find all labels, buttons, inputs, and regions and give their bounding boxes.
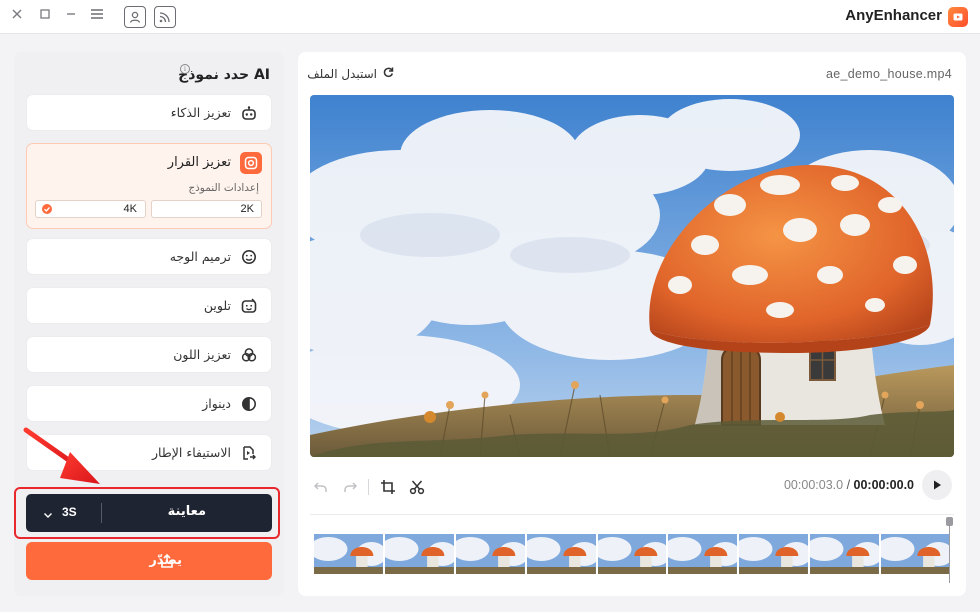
play-button[interactable]	[922, 470, 952, 500]
replace-file-label: استبدل الملف	[307, 66, 377, 81]
divider	[101, 503, 102, 523]
model-resolution-enhance[interactable]: تعزيز القرار إعدادات النموذج 2K 4K	[26, 143, 272, 229]
app-logo-icon	[948, 7, 968, 27]
time-current: 00:00:03.0	[783, 478, 844, 492]
model-colorize[interactable]: تلوين	[26, 287, 272, 324]
crop-icon[interactable]	[379, 478, 397, 496]
robot-icon	[241, 105, 257, 121]
film-frame	[810, 534, 880, 574]
timeline-filmstrip[interactable]	[314, 534, 950, 574]
preview-label: معاينة	[167, 504, 206, 519]
sidebar-title: حدد نموذج AI	[178, 67, 270, 83]
resolution-value: 4K	[123, 203, 137, 215]
model-label: دينواز	[202, 396, 231, 411]
account-icon[interactable]	[124, 6, 146, 28]
time-separator: /	[846, 478, 851, 492]
feedback-icon[interactable]	[154, 6, 176, 28]
film-frame	[314, 534, 383, 574]
model-sidebar: حدد نموذج AI i تعزيز الذكاء تعزيز القرار…	[14, 52, 284, 596]
frame-interpolation-icon	[241, 445, 257, 461]
film-frame	[668, 534, 738, 574]
app-title: AnyEnhancer	[845, 7, 942, 24]
film-frame	[597, 534, 667, 574]
close-icon[interactable]	[8, 8, 26, 26]
face-icon	[241, 249, 257, 265]
title-bar: AnyEnhancer	[0, 0, 980, 34]
menu-icon[interactable]	[88, 8, 106, 26]
maximize-icon[interactable]	[36, 8, 54, 26]
info-icon[interactable]: i	[180, 64, 190, 74]
film-frame	[384, 534, 454, 574]
model-label: الاستيفاء الإطار	[152, 445, 231, 460]
scissors-icon[interactable]	[408, 478, 426, 496]
export-label: يصدّر	[149, 553, 182, 568]
replace-file-button[interactable]: استبدل الملف	[307, 66, 394, 81]
model-color-enhance[interactable]: تعزيز اللون	[26, 336, 272, 373]
video-preview[interactable]	[310, 95, 954, 457]
undo-icon[interactable]	[312, 478, 330, 496]
refresh-icon	[382, 66, 394, 81]
preview-button[interactable]: 3S معاينة	[26, 494, 272, 532]
check-icon	[42, 204, 52, 214]
divider	[368, 479, 369, 495]
model-label: ترميم الوجه	[169, 249, 231, 264]
resolution-option-4k[interactable]: 4K	[35, 200, 146, 218]
resolution-option-2k[interactable]: 2K	[151, 200, 262, 218]
film-frame	[739, 534, 809, 574]
player-controls: 00:00:03.0 / 00:00:00.0	[298, 466, 966, 506]
time-total: 00:00:00.0	[853, 478, 914, 492]
model-label: تعزيز الذكاء	[170, 105, 231, 120]
model-denoise[interactable]: دينواز	[26, 385, 272, 422]
timeline-playhead[interactable]	[946, 517, 953, 583]
play-icon	[934, 480, 941, 490]
playhead-line	[949, 523, 950, 583]
colorize-icon	[241, 298, 257, 314]
model-label: تعزيز اللون	[173, 347, 231, 362]
redo-icon[interactable]	[341, 478, 359, 496]
timeline-divider	[310, 514, 954, 515]
timecode: 00:00:03.0 / 00:00:00.0	[784, 478, 914, 492]
annotation-arrow-icon	[23, 427, 100, 484]
main-panel: استبدل الملف ae_demo_house.mp4 00:00:03.…	[298, 52, 966, 596]
export-button[interactable]: يصدّر	[26, 542, 272, 580]
preview-duration[interactable]: 3S	[62, 505, 77, 519]
film-frame	[881, 534, 950, 574]
model-label: تعزيز القرار	[167, 155, 231, 170]
resolution-icon	[240, 152, 262, 174]
film-frame	[526, 534, 596, 574]
minimize-icon[interactable]	[62, 8, 80, 26]
model-label: تلوين	[203, 298, 231, 313]
preview-image	[310, 95, 954, 457]
model-ai-enhance[interactable]: تعزيز الذكاء	[26, 94, 272, 131]
model-face-restore[interactable]: ترميم الوجه	[26, 238, 272, 275]
model-settings-label: إعدادات النموذج	[188, 182, 259, 194]
film-frame	[455, 534, 525, 574]
chevron-down-icon[interactable]	[42, 506, 54, 518]
color-circles-icon	[241, 347, 257, 363]
denoise-icon	[241, 396, 257, 412]
file-name: ae_demo_house.mp4	[825, 67, 952, 81]
